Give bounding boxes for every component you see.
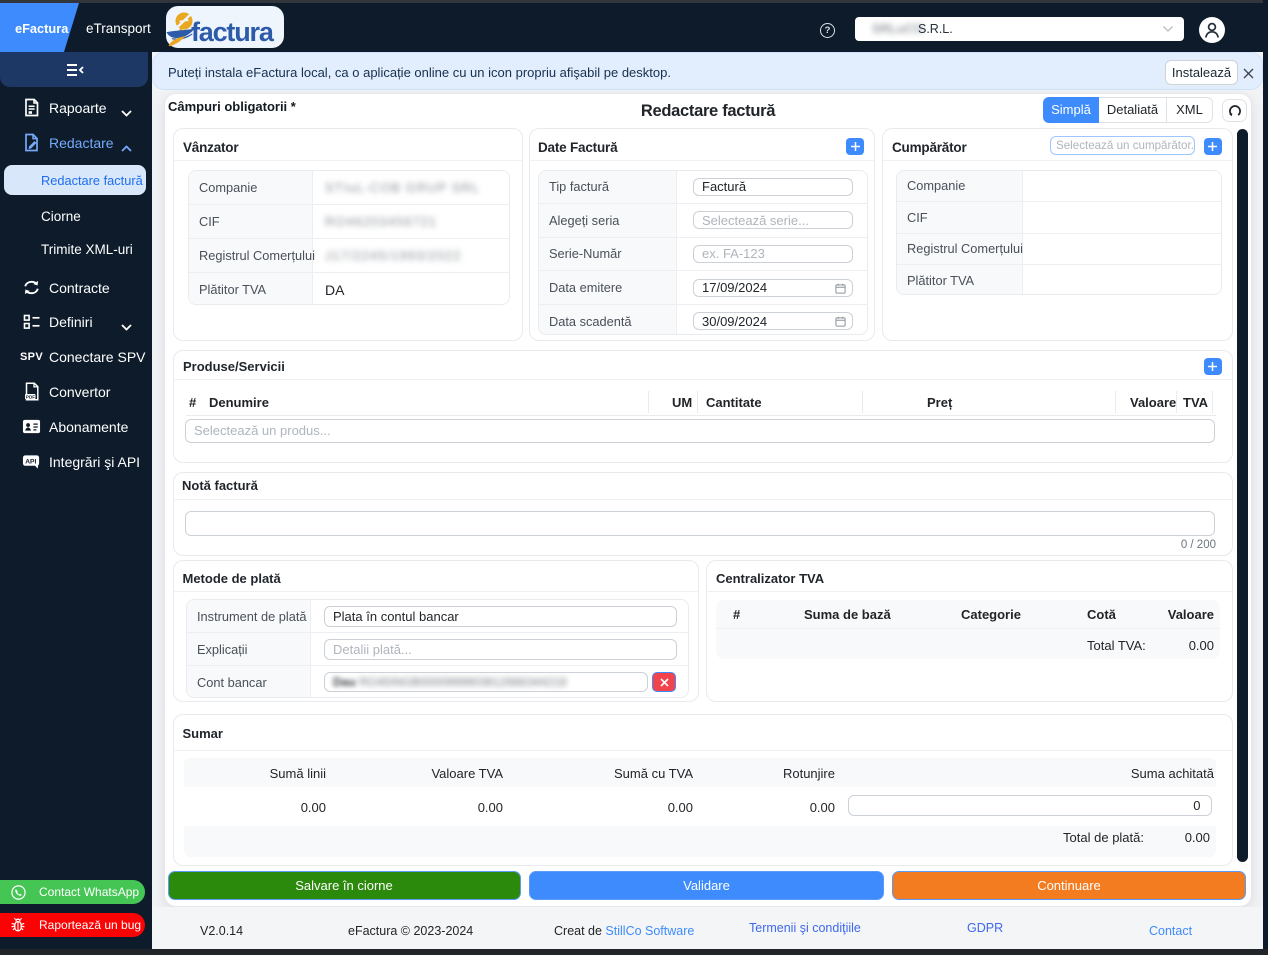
svg-text:PDF: PDF: [25, 394, 34, 399]
svg-text:factura: factura: [191, 17, 275, 47]
svg-text:API: API: [25, 459, 36, 466]
